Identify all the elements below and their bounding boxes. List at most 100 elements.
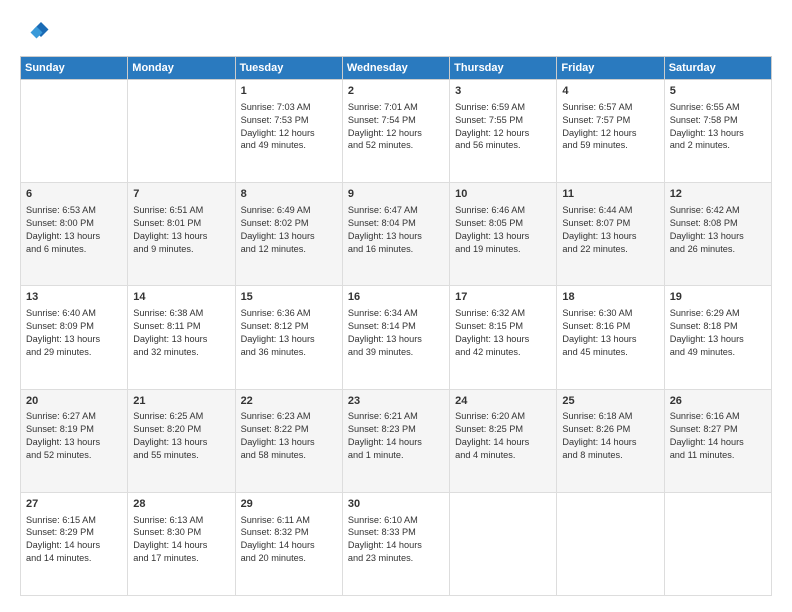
- calendar-header-row: SundayMondayTuesdayWednesdayThursdayFrid…: [21, 57, 772, 80]
- day-number: 16: [348, 290, 444, 305]
- day-cell: 14Sunrise: 6:38 AM Sunset: 8:11 PM Dayli…: [128, 286, 235, 389]
- day-info: Sunrise: 6:36 AM Sunset: 8:12 PM Dayligh…: [241, 307, 337, 359]
- day-info: Sunrise: 6:47 AM Sunset: 8:04 PM Dayligh…: [348, 204, 444, 256]
- day-number: 15: [241, 290, 337, 305]
- day-info: Sunrise: 7:01 AM Sunset: 7:54 PM Dayligh…: [348, 101, 444, 153]
- day-cell: 20Sunrise: 6:27 AM Sunset: 8:19 PM Dayli…: [21, 389, 128, 492]
- week-row-0: 1 Sunrise: 7:03 AM Sunset: 7:53 PM Daylig…: [21, 80, 772, 183]
- day-number: 27: [26, 497, 122, 512]
- day-info: Sunrise: 6:20 AM Sunset: 8:25 PM Dayligh…: [455, 410, 551, 462]
- week-row-2: 13 Sunrise: 6:40 AM Sunset: 8:09 PM Dayli…: [21, 286, 772, 389]
- day-number: 20: [26, 394, 122, 409]
- day-number: 17: [455, 290, 551, 305]
- day-info: Sunrise: 6:29 AM Sunset: 8:18 PM Dayligh…: [670, 307, 766, 359]
- day-info: Sunrise: 6:15 AM Sunset: 8:29 PM Dayligh…: [26, 514, 122, 566]
- day-cell: [128, 80, 235, 183]
- day-info: Sunrise: 6:59 AM Sunset: 7:55 PM Dayligh…: [455, 101, 551, 153]
- day-cell: 16 Sunrise: 6:34 AM Sunset: 8:14 PM Dayli…: [342, 286, 449, 389]
- day-info: Sunrise: 6:27 AM Sunset: 8:19 PM Dayligh…: [26, 410, 122, 462]
- day-cell: 17 Sunrise: 6:32 AM Sunset: 8:15 PM Dayli…: [450, 286, 557, 389]
- day-header-saturday: Saturday: [664, 57, 771, 80]
- day-cell: 28Sunrise: 6:13 AM Sunset: 8:30 PM Dayli…: [128, 492, 235, 595]
- day-info: Sunrise: 6:30 AM Sunset: 8:16 PM Dayligh…: [562, 307, 658, 359]
- day-cell: 10Sunrise: 6:46 AM Sunset: 8:05 PM Dayli…: [450, 183, 557, 286]
- day-cell: 22Sunrise: 6:23 AM Sunset: 8:22 PM Dayli…: [235, 389, 342, 492]
- day-cell: [21, 80, 128, 183]
- week-row-3: 20Sunrise: 6:27 AM Sunset: 8:19 PM Dayli…: [21, 389, 772, 492]
- day-cell: 29 Sunrise: 6:11 AM Sunset: 8:32 PM Dayli…: [235, 492, 342, 595]
- logo: [20, 16, 54, 46]
- day-info: Sunrise: 6:46 AM Sunset: 8:05 PM Dayligh…: [455, 204, 551, 256]
- day-cell: 15 Sunrise: 6:36 AM Sunset: 8:12 PM Dayli…: [235, 286, 342, 389]
- day-info: Sunrise: 6:42 AM Sunset: 8:08 PM Dayligh…: [670, 204, 766, 256]
- day-number: 30: [348, 497, 444, 512]
- header: [20, 16, 772, 46]
- day-cell: 13 Sunrise: 6:40 AM Sunset: 8:09 PM Dayli…: [21, 286, 128, 389]
- day-cell: 4 Sunrise: 6:57 AM Sunset: 7:57 PM Daylig…: [557, 80, 664, 183]
- day-info: Sunrise: 6:53 AM Sunset: 8:00 PM Dayligh…: [26, 204, 122, 256]
- day-info: Sunrise: 6:57 AM Sunset: 7:57 PM Dayligh…: [562, 101, 658, 153]
- day-cell: 1 Sunrise: 7:03 AM Sunset: 7:53 PM Daylig…: [235, 80, 342, 183]
- day-header-tuesday: Tuesday: [235, 57, 342, 80]
- day-number: 25: [562, 394, 658, 409]
- day-cell: 2 Sunrise: 7:01 AM Sunset: 7:54 PM Daylig…: [342, 80, 449, 183]
- day-cell: 12Sunrise: 6:42 AM Sunset: 8:08 PM Dayli…: [664, 183, 771, 286]
- day-info: Sunrise: 7:03 AM Sunset: 7:53 PM Dayligh…: [241, 101, 337, 153]
- day-cell: 27 Sunrise: 6:15 AM Sunset: 8:29 PM Dayli…: [21, 492, 128, 595]
- page: SundayMondayTuesdayWednesdayThursdayFrid…: [0, 0, 792, 612]
- day-info: Sunrise: 6:25 AM Sunset: 8:20 PM Dayligh…: [133, 410, 229, 462]
- day-number: 28: [133, 497, 229, 512]
- day-header-wednesday: Wednesday: [342, 57, 449, 80]
- day-cell: [450, 492, 557, 595]
- day-info: Sunrise: 6:49 AM Sunset: 8:02 PM Dayligh…: [241, 204, 337, 256]
- day-cell: [557, 492, 664, 595]
- day-header-thursday: Thursday: [450, 57, 557, 80]
- day-number: 21: [133, 394, 229, 409]
- day-number: 4: [562, 84, 658, 99]
- day-cell: [664, 492, 771, 595]
- calendar-table: SundayMondayTuesdayWednesdayThursdayFrid…: [20, 56, 772, 596]
- day-info: Sunrise: 6:18 AM Sunset: 8:26 PM Dayligh…: [562, 410, 658, 462]
- day-number: 29: [241, 497, 337, 512]
- day-info: Sunrise: 6:40 AM Sunset: 8:09 PM Dayligh…: [26, 307, 122, 359]
- day-cell: 3 Sunrise: 6:59 AM Sunset: 7:55 PM Daylig…: [450, 80, 557, 183]
- day-cell: 24Sunrise: 6:20 AM Sunset: 8:25 PM Dayli…: [450, 389, 557, 492]
- day-header-monday: Monday: [128, 57, 235, 80]
- day-cell: 5 Sunrise: 6:55 AM Sunset: 7:58 PM Daylig…: [664, 80, 771, 183]
- day-info: Sunrise: 6:34 AM Sunset: 8:14 PM Dayligh…: [348, 307, 444, 359]
- day-info: Sunrise: 6:55 AM Sunset: 7:58 PM Dayligh…: [670, 101, 766, 153]
- day-number: 5: [670, 84, 766, 99]
- day-number: 13: [26, 290, 122, 305]
- week-row-1: 6 Sunrise: 6:53 AM Sunset: 8:00 PM Daylig…: [21, 183, 772, 286]
- day-number: 18: [562, 290, 658, 305]
- day-header-friday: Friday: [557, 57, 664, 80]
- day-number: 7: [133, 187, 229, 202]
- day-cell: 6 Sunrise: 6:53 AM Sunset: 8:00 PM Daylig…: [21, 183, 128, 286]
- day-number: 24: [455, 394, 551, 409]
- week-row-4: 27 Sunrise: 6:15 AM Sunset: 8:29 PM Dayli…: [21, 492, 772, 595]
- day-info: Sunrise: 6:23 AM Sunset: 8:22 PM Dayligh…: [241, 410, 337, 462]
- day-cell: 23Sunrise: 6:21 AM Sunset: 8:23 PM Dayli…: [342, 389, 449, 492]
- day-number: 19: [670, 290, 766, 305]
- day-number: 1: [241, 84, 337, 99]
- day-number: 3: [455, 84, 551, 99]
- day-number: 11: [562, 187, 658, 202]
- day-info: Sunrise: 6:16 AM Sunset: 8:27 PM Dayligh…: [670, 410, 766, 462]
- day-number: 22: [241, 394, 337, 409]
- day-cell: 19 Sunrise: 6:29 AM Sunset: 8:18 PM Dayli…: [664, 286, 771, 389]
- day-info: Sunrise: 6:32 AM Sunset: 8:15 PM Dayligh…: [455, 307, 551, 359]
- day-info: Sunrise: 6:51 AM Sunset: 8:01 PM Dayligh…: [133, 204, 229, 256]
- day-number: 2: [348, 84, 444, 99]
- day-header-sunday: Sunday: [21, 57, 128, 80]
- day-cell: 26Sunrise: 6:16 AM Sunset: 8:27 PM Dayli…: [664, 389, 771, 492]
- day-cell: 21Sunrise: 6:25 AM Sunset: 8:20 PM Dayli…: [128, 389, 235, 492]
- day-info: Sunrise: 6:44 AM Sunset: 8:07 PM Dayligh…: [562, 204, 658, 256]
- day-info: Sunrise: 6:11 AM Sunset: 8:32 PM Dayligh…: [241, 514, 337, 566]
- day-number: 9: [348, 187, 444, 202]
- day-number: 23: [348, 394, 444, 409]
- logo-icon: [20, 16, 50, 46]
- day-number: 6: [26, 187, 122, 202]
- day-number: 8: [241, 187, 337, 202]
- day-number: 26: [670, 394, 766, 409]
- day-info: Sunrise: 6:38 AM Sunset: 8:11 PM Dayligh…: [133, 307, 229, 359]
